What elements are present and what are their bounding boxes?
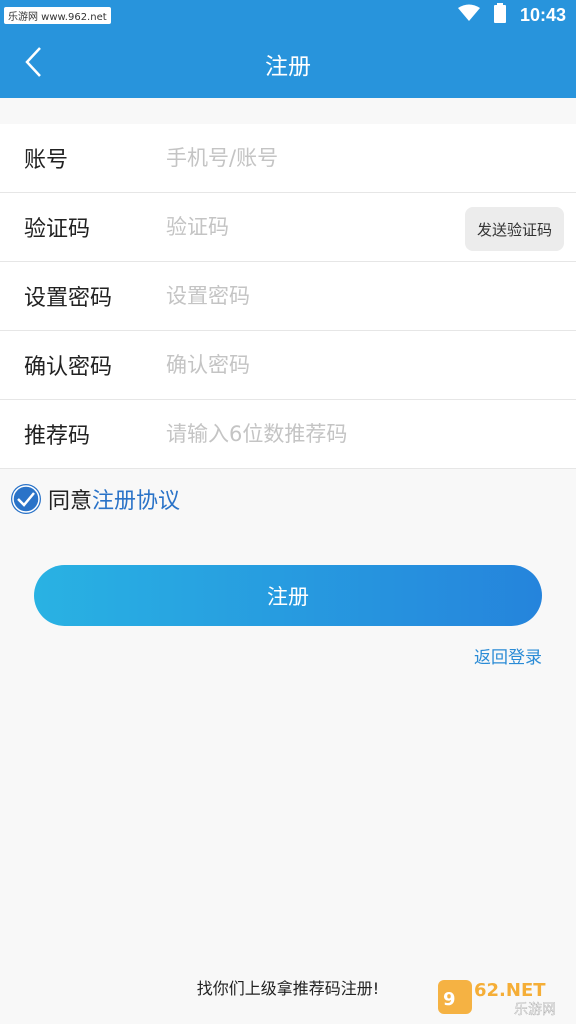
nav-bar: 注册 xyxy=(0,30,576,98)
battery-icon xyxy=(493,3,506,27)
agreement-link[interactable]: 注册协议 xyxy=(92,483,180,515)
agreement-row: 同意 注册协议 xyxy=(10,483,180,515)
svg-text:62.NET: 62.NET xyxy=(474,980,546,1001)
svg-text:9: 9 xyxy=(443,989,456,1010)
referral-code-row: 推荐码 xyxy=(0,400,576,469)
back-to-login-link[interactable]: 返回登录 xyxy=(474,643,542,668)
site-tag: 乐游网 www.962.net xyxy=(4,6,111,24)
status-indicators: 10:43 xyxy=(457,3,566,27)
account-row: 账号 xyxy=(0,124,576,193)
check-circle-icon xyxy=(11,484,41,514)
confirm-password-label: 确认密码 xyxy=(24,355,113,380)
referral-code-label: 推荐码 xyxy=(24,424,91,449)
chevron-left-icon xyxy=(24,46,44,82)
account-label: 账号 xyxy=(24,148,69,173)
agree-checkbox[interactable] xyxy=(10,483,42,515)
register-button[interactable]: 注册 xyxy=(34,565,542,626)
site-logo-watermark: 9 62.NET 乐游网 xyxy=(438,974,570,1018)
wifi-icon xyxy=(457,4,480,26)
status-time: 10:43 xyxy=(519,4,566,25)
send-code-button[interactable]: 发送验证码 xyxy=(465,207,564,251)
password-label: 设置密码 xyxy=(24,286,113,311)
status-bar: 乐游网 www.962.net 10:43 xyxy=(0,0,576,30)
account-input[interactable] xyxy=(166,124,576,192)
back-button[interactable] xyxy=(14,44,54,84)
confirm-password-input[interactable] xyxy=(166,331,576,399)
verify-code-label: 验证码 xyxy=(24,217,91,242)
confirm-password-row: 确认密码 xyxy=(0,331,576,400)
page-title: 注册 xyxy=(265,54,311,80)
password-row: 设置密码 xyxy=(0,262,576,331)
svg-text:乐游网: 乐游网 xyxy=(514,1002,556,1018)
password-input[interactable] xyxy=(166,262,576,330)
verify-code-row: 验证码 发送验证码 xyxy=(0,193,576,262)
register-form: 账号 验证码 发送验证码 设置密码 确认密码 推荐码 xyxy=(0,124,576,469)
agree-prefix: 同意 xyxy=(48,489,93,514)
referral-code-input[interactable] xyxy=(166,400,576,468)
